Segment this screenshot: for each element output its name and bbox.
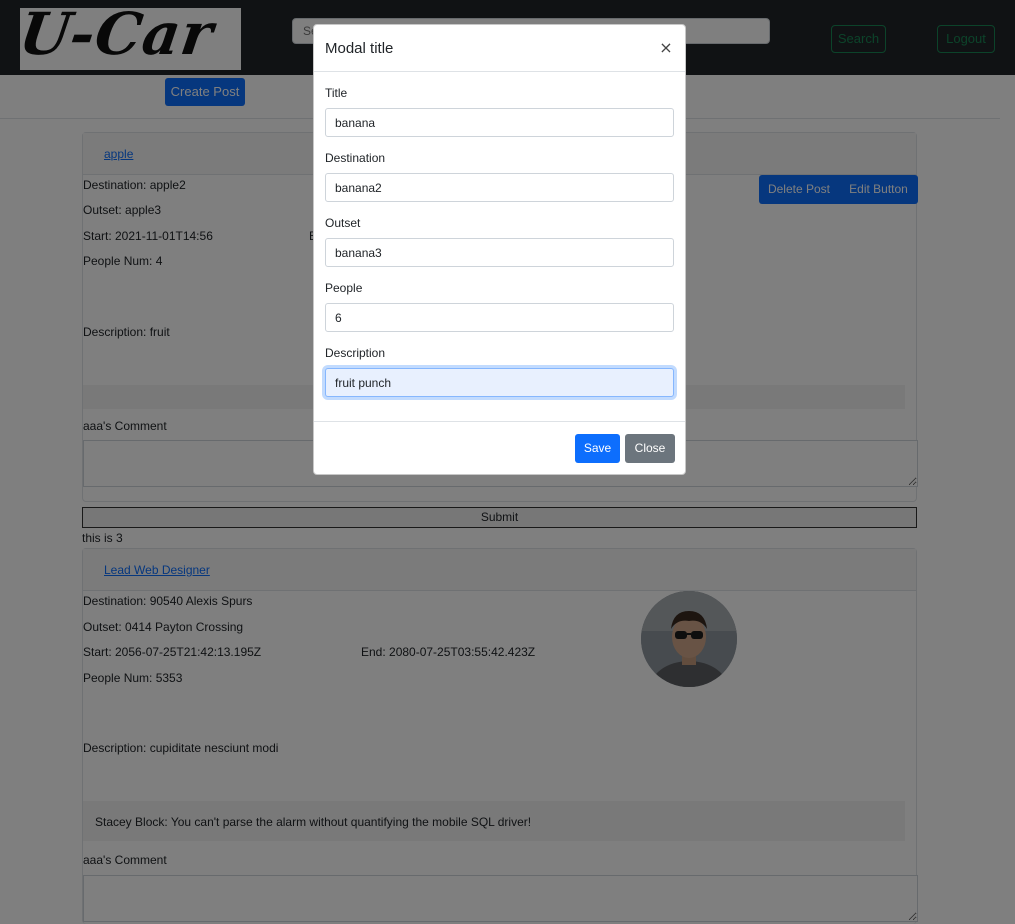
- close-button[interactable]: Close: [625, 434, 675, 463]
- save-button[interactable]: Save: [575, 434, 620, 463]
- title-label: Title: [325, 86, 348, 100]
- title-field[interactable]: [325, 108, 674, 137]
- outset-label: Outset: [325, 216, 361, 230]
- edit-post-modal: Modal title × Title Destination Outset P…: [313, 24, 686, 475]
- people-label: People: [325, 281, 363, 295]
- modal-title: Modal title: [325, 40, 394, 57]
- description-label: Description: [325, 346, 386, 360]
- outset-field[interactable]: [325, 238, 674, 267]
- destination-label: Destination: [325, 151, 386, 165]
- modal-footer-divider: [314, 421, 685, 422]
- modal-header: Modal title ×: [314, 25, 685, 72]
- description-field[interactable]: [325, 368, 674, 397]
- close-icon[interactable]: ×: [658, 39, 674, 57]
- people-field[interactable]: [325, 303, 674, 332]
- destination-field[interactable]: [325, 173, 674, 202]
